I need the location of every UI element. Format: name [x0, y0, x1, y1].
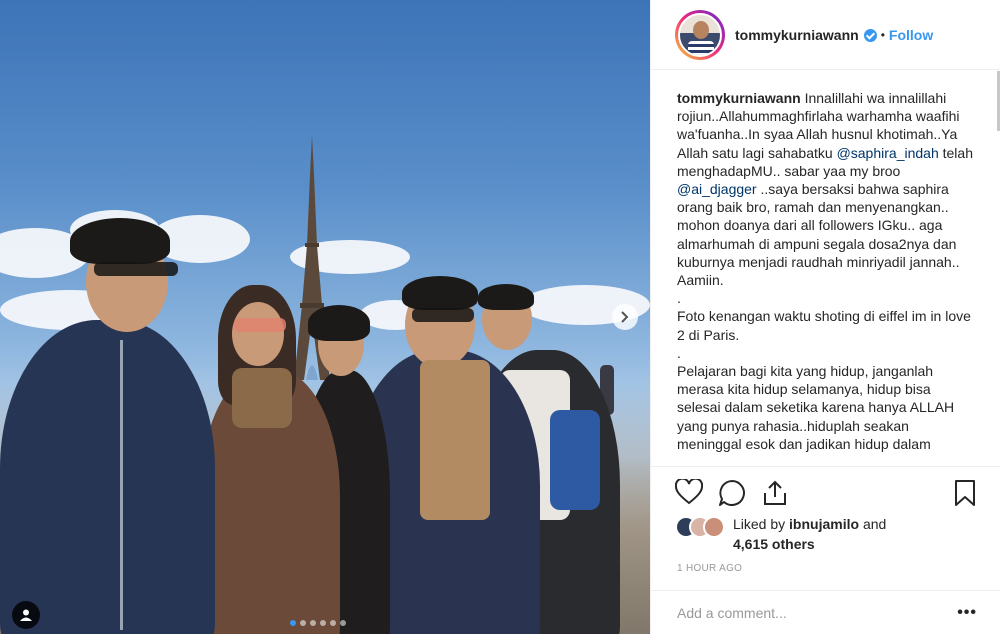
sunglasses	[94, 262, 178, 276]
post-photo[interactable]	[0, 0, 650, 634]
person-hair	[478, 284, 534, 310]
scarf	[232, 368, 292, 428]
heart-icon[interactable]	[675, 479, 703, 505]
person-head	[232, 302, 284, 366]
caption: tommykurniawann Innalillahi wa innalilla…	[651, 71, 1000, 466]
liked-by-text: Liked by ibnujamilo and 4,615 others	[733, 514, 886, 554]
person-hair	[308, 305, 370, 341]
tagged-users-button[interactable]	[12, 601, 40, 629]
bookmark-icon[interactable]	[954, 479, 976, 507]
post-header: tommykurniawann • Follow	[651, 0, 1000, 70]
comment-input[interactable]	[677, 604, 958, 621]
action-bar	[651, 466, 1000, 508]
verified-badge-icon	[863, 29, 877, 42]
caption-dot: .	[677, 344, 681, 361]
next-slide-button[interactable]	[612, 304, 638, 330]
glasses	[234, 318, 286, 332]
mention-link[interactable]: @ai_djagger	[677, 181, 757, 197]
avatar-story-ring[interactable]	[675, 9, 725, 60]
liked-by-user-link[interactable]: ibnujamilo	[789, 516, 859, 532]
liked-by-prefix: Liked by	[733, 516, 786, 532]
caption-paragraph: Pelajaran bagi kita yang hidup, janganla…	[677, 363, 955, 452]
carousel-dot	[300, 620, 306, 626]
liked-by-and: and	[862, 516, 887, 532]
carousel-dot	[330, 620, 336, 626]
avatar-face	[693, 20, 709, 39]
person-hair	[70, 218, 170, 264]
jacket-zip	[120, 340, 123, 630]
caption-dot: .	[677, 290, 681, 307]
carousel-dot	[310, 620, 316, 626]
username-link[interactable]: tommykurniawann	[735, 27, 859, 43]
comment-icon[interactable]	[718, 479, 746, 507]
carousel-dot	[290, 620, 296, 626]
separator-dot: •	[880, 27, 885, 42]
avatar[interactable]	[678, 12, 722, 57]
person	[0, 320, 215, 634]
avatar-shirt	[688, 40, 714, 55]
carousel-dot	[320, 620, 326, 626]
mention-link[interactable]: @saphira_indah	[837, 145, 939, 161]
carousel-dot	[340, 620, 346, 626]
more-options-button[interactable]: •••	[957, 604, 977, 622]
post-side-panel: tommykurniawann • Follow tommykurniawann…	[650, 0, 1000, 634]
post-timestamp[interactable]: 1 HOUR AGO	[677, 563, 742, 574]
caption-username[interactable]: tommykurniawann	[677, 90, 801, 106]
follow-button[interactable]: Follow	[889, 27, 933, 43]
share-icon[interactable]	[761, 479, 789, 507]
user-icon	[20, 609, 32, 621]
scarf-blue	[550, 410, 600, 510]
likes-summary: Liked by ibnujamilo and 4,615 others	[675, 514, 886, 554]
carousel-indicator	[290, 620, 346, 626]
liker-avatars	[675, 516, 725, 538]
glasses	[412, 308, 474, 322]
caption-text: ..saya bersaksi bahwa saphira orang baik…	[677, 181, 960, 289]
person-hair	[402, 276, 478, 310]
liker-avatar[interactable]	[703, 516, 725, 538]
caption-paragraph: Foto kenangan waktu shoting di eiffel im…	[677, 308, 971, 343]
scarf	[420, 360, 490, 520]
chevron-right-icon	[621, 311, 629, 323]
likes-count-link[interactable]: 4,615 others	[733, 536, 815, 552]
comment-bar: •••	[651, 590, 1000, 634]
